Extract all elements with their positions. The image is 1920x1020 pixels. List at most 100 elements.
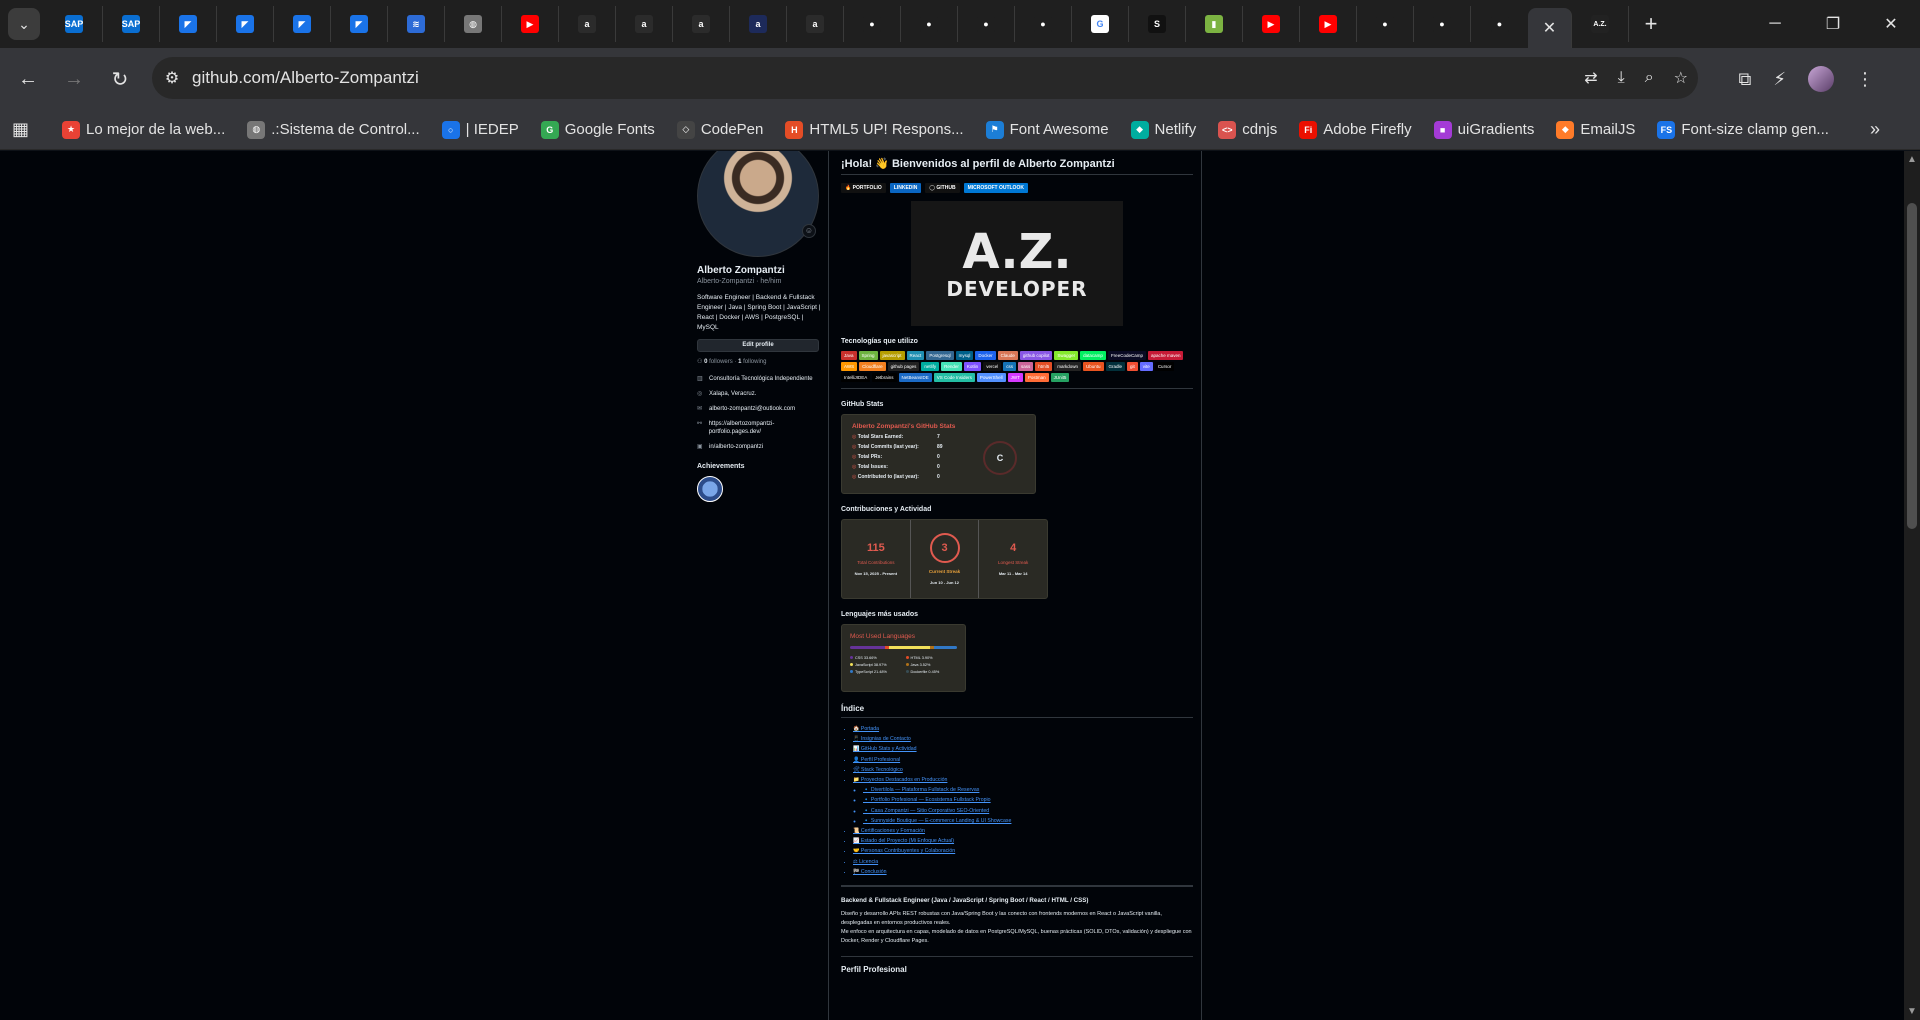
tab[interactable]: ≋ (388, 6, 445, 42)
bookmark-item[interactable]: ◆ EmailJS (1556, 120, 1635, 139)
bookmarks-overflow-icon[interactable]: » (1870, 119, 1880, 140)
bookmark-item[interactable]: FS Font-size clamp gen... (1657, 120, 1829, 139)
toc-link[interactable]: 🤝 Personas Contribuyentes y Colaboración (853, 846, 1193, 856)
bookmark-item[interactable]: ◆ Netlify (1130, 120, 1196, 139)
language-legend-item: HTML 3.90% (905, 656, 958, 660)
toc-link[interactable]: 🏠 Portada (853, 724, 1193, 734)
url-text[interactable]: github.com/Alberto-Zompantzi (192, 68, 419, 88)
forward-icon[interactable]: → (56, 61, 92, 97)
toc-link[interactable]: 🔹 Sunnyside Boutique — E-commerce Landin… (863, 816, 1193, 826)
tab[interactable]: ● (1471, 6, 1528, 42)
tab[interactable]: ● (1414, 6, 1471, 42)
tab[interactable]: SAP (46, 6, 103, 42)
minimize-icon[interactable]: ─ (1746, 0, 1804, 48)
toc-link[interactable]: 🔹 Divertilola — Plataforma Fullstack de … (863, 785, 1193, 795)
tab[interactable]: ▶ (1300, 6, 1357, 42)
tab[interactable]: ▶ (502, 6, 559, 42)
site-info-icon[interactable]: ⚙ (152, 68, 192, 88)
bookmark-item[interactable]: <> cdnjs (1218, 120, 1277, 139)
menu-icon[interactable]: ⋮ (1856, 69, 1874, 90)
bookmark-item[interactable]: G Google Fonts (540, 120, 655, 139)
toc-link[interactable]: 🔹 Portfolio Profesional — Ecosistema Ful… (863, 795, 1193, 805)
status-icon[interactable]: ☺ (802, 224, 816, 238)
followers-label[interactable]: followers (709, 359, 733, 365)
tab[interactable]: ● (1015, 6, 1072, 42)
tab[interactable]: ▶ (1243, 6, 1300, 42)
achievement-badge[interactable] (697, 476, 723, 502)
bookmark-item[interactable]: ★ Lo mejor de la web... (62, 120, 225, 139)
profile-photo[interactable]: ☺ (697, 151, 819, 257)
tab[interactable]: S (1129, 6, 1186, 42)
toc-link[interactable]: 📱 Insignias de Contacto (853, 734, 1193, 744)
scroll-down-icon[interactable]: ▼ (1904, 1006, 1920, 1017)
window-close-icon[interactable]: ✕ (1862, 0, 1920, 48)
close-icon[interactable]: ✕ (1543, 18, 1556, 38)
tab[interactable]: ◤ (274, 6, 331, 42)
contact-shield[interactable]: MICROSOFT OUTLOOK (963, 183, 1028, 193)
restore-icon[interactable]: ❐ (1804, 0, 1862, 48)
contact-shield[interactable]: ◯ GITHUB (925, 183, 960, 193)
tab[interactable]: ◍ (445, 6, 502, 42)
tab[interactable]: a (616, 6, 673, 42)
tech-badge: apache maven (1147, 351, 1184, 360)
tab-portfolio[interactable]: A.Z. (1572, 6, 1629, 42)
toc-link[interactable]: 👤 Perfil Profesional (853, 755, 1193, 765)
toc-link[interactable]: 📁 Proyectos Destacados en Producción (853, 775, 1193, 785)
bookmark-item[interactable]: H HTML5 UP! Respons... (785, 120, 964, 139)
followers-count[interactable]: 0 (704, 359, 707, 365)
scroll-up-icon[interactable]: ▲ (1904, 154, 1920, 165)
bookmark-star-icon[interactable]: ☆ (1674, 68, 1688, 88)
toc-link[interactable]: 🏁 Conclusión (853, 867, 1193, 877)
tab[interactable]: ● (901, 6, 958, 42)
translate-icon[interactable]: ⇄ (1584, 68, 1597, 88)
performance-icon[interactable]: ⚡ (1773, 69, 1786, 90)
toc-link[interactable]: 📊 GitHub Stats y Actividad (853, 744, 1193, 754)
following-count[interactable]: 1 (738, 359, 741, 365)
edit-profile-button[interactable]: Edit profile (697, 339, 819, 352)
tab[interactable]: a (559, 6, 616, 42)
language-legend-item: CSS 33.66% (850, 656, 902, 660)
install-icon[interactable]: ⤓ (1618, 69, 1625, 87)
tab[interactable]: ◤ (331, 6, 388, 42)
reload-icon[interactable]: ↻ (102, 61, 138, 97)
toc-link[interactable]: 🛠 Stack Tecnológico (853, 765, 1193, 775)
bookmark-item[interactable]: ⚑ Font Awesome (985, 120, 1109, 139)
toc-link[interactable]: 📈 Estado del Proyecto (Mi Enfoque Actual… (853, 836, 1193, 846)
toc-link[interactable]: 🔹 Casa Zompantzi — Sitio Corporativo SEO… (863, 806, 1193, 816)
tab[interactable]: SAP (103, 6, 160, 42)
toc-link[interactable]: ⚖ Licencia (853, 857, 1193, 867)
tab[interactable]: a (673, 6, 730, 42)
tab[interactable]: a (730, 6, 787, 42)
bookmark-item[interactable]: ○ | IEDEP (441, 120, 519, 139)
new-tab-button[interactable]: + (1635, 11, 1667, 37)
detail-text[interactable]: alberto-zompantzi@outlook.com (709, 405, 795, 413)
address-bar[interactable]: ⚙ github.com/Alberto-Zompantzi ⇄ ⤓ ⌕ ☆ (152, 57, 1698, 99)
bookmark-item[interactable]: ◍ .:Sistema de Control... (247, 120, 420, 139)
toc-link[interactable]: 📜 Certificaciones y Formación (853, 826, 1193, 836)
tab-search-button[interactable]: ⌄ (8, 8, 40, 40)
bookmark-item[interactable]: ◇ CodePen (676, 120, 763, 139)
apps-grid-icon[interactable]: ▦ (12, 119, 34, 140)
contact-shield[interactable]: LINKEDIN (889, 183, 922, 193)
extensions-icon[interactable]: ⧉ (1739, 69, 1752, 90)
tab[interactable]: ◤ (160, 6, 217, 42)
profile-avatar[interactable] (1808, 66, 1834, 92)
following-label[interactable]: following (743, 359, 766, 365)
tab[interactable]: a (787, 6, 844, 42)
scrollbar-thumb[interactable] (1907, 203, 1917, 529)
bookmark-item[interactable]: ■ uiGradients (1433, 120, 1534, 139)
tab-active[interactable]: ✕ (1528, 8, 1572, 48)
tab[interactable]: ● (958, 6, 1015, 42)
detail-text[interactable]: in/alberto-zompantzi (709, 443, 763, 451)
contact-shield[interactable]: 🔥 PORTFOLIO (841, 183, 886, 193)
tab[interactable]: ▮ (1186, 6, 1243, 42)
tab[interactable]: ● (844, 6, 901, 42)
tab[interactable]: ● (1357, 6, 1414, 42)
zoom-icon[interactable]: ⌕ (1645, 69, 1654, 87)
tab[interactable]: ◤ (217, 6, 274, 42)
back-icon[interactable]: ← (10, 61, 46, 97)
detail-text[interactable]: https://albertozompantzi-portfolio.pages… (709, 420, 822, 436)
page-scrollbar[interactable]: ▲ ▼ (1904, 151, 1920, 1020)
tab[interactable]: G (1072, 6, 1129, 42)
bookmark-item[interactable]: Fi Adobe Firefly (1299, 120, 1412, 139)
